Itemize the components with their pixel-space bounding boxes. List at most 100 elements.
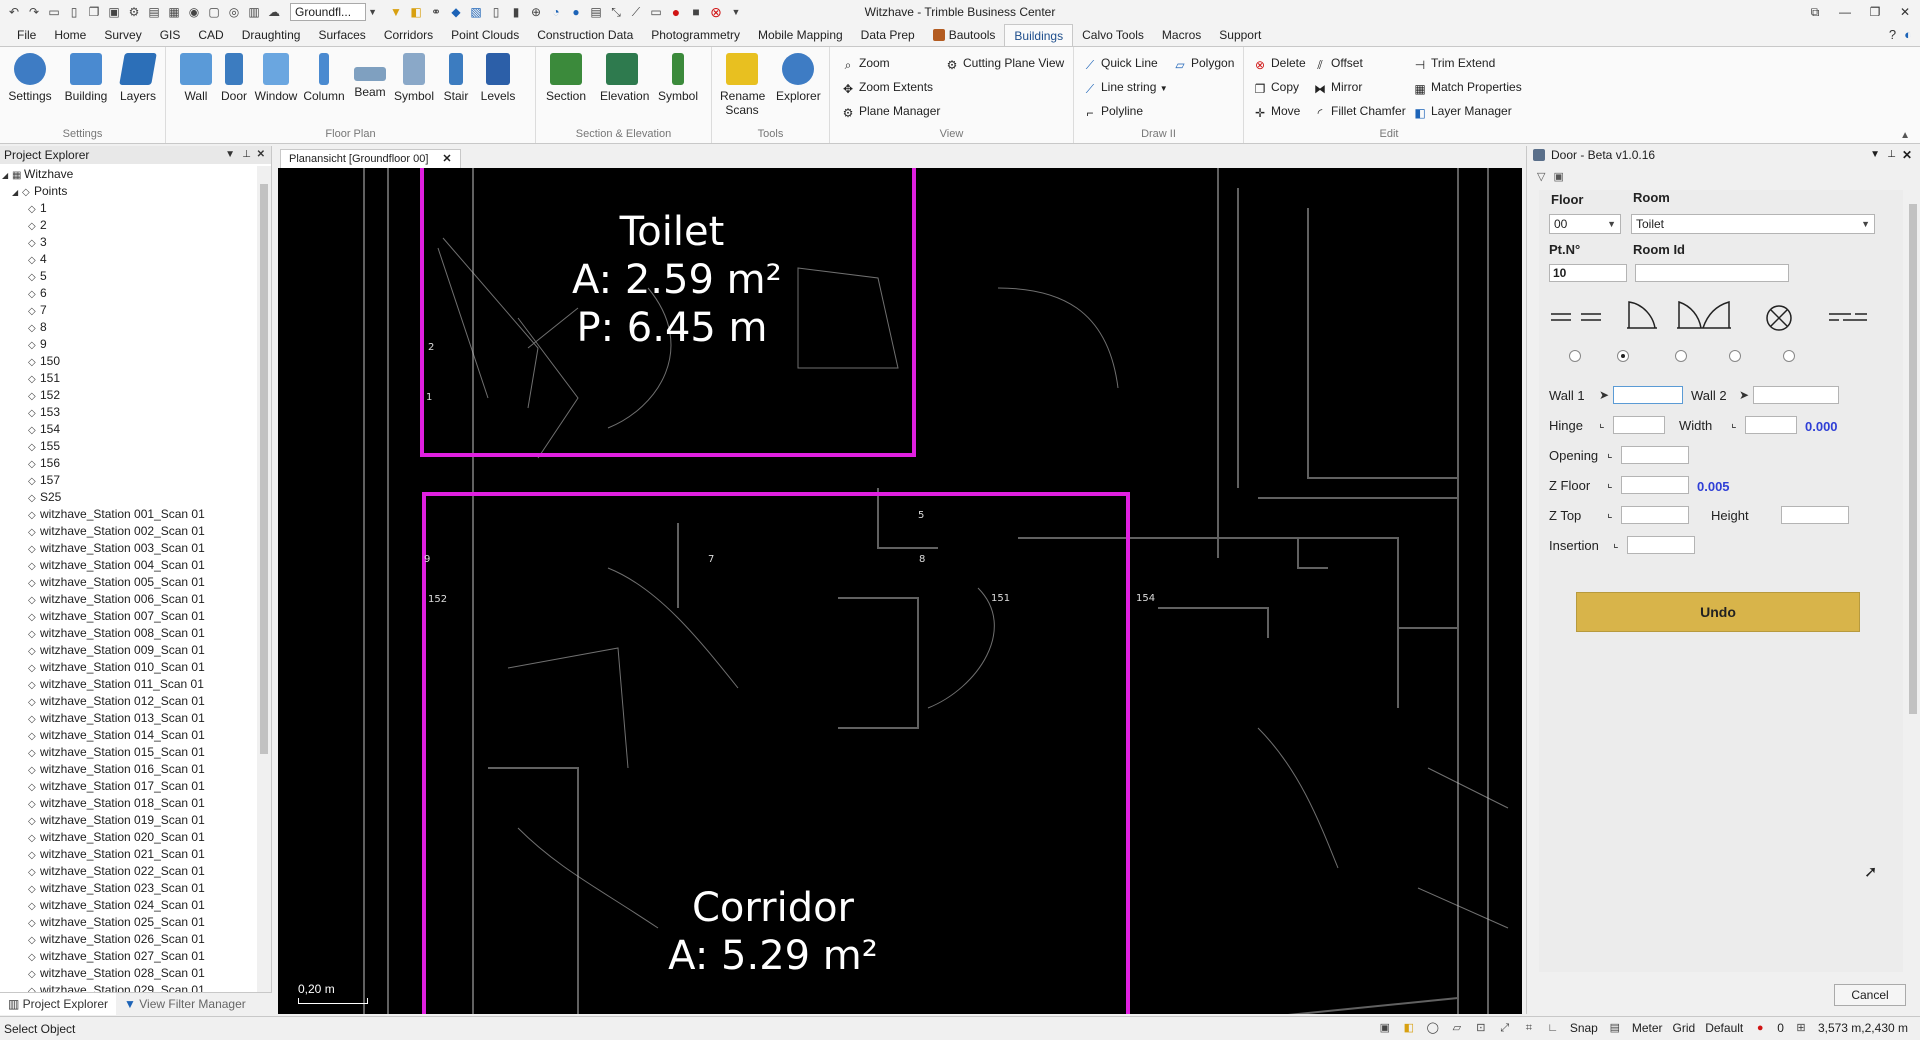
- explorer-scrollbar[interactable]: [257, 166, 271, 994]
- collapse-ribbon-icon[interactable]: ▲: [1900, 130, 1910, 141]
- elevation-button[interactable]: Elevation: [600, 51, 649, 103]
- tab-view-filter-manager[interactable]: ▼ View Filter Manager: [116, 993, 254, 1015]
- close-icon[interactable]: ✕: [1902, 146, 1912, 164]
- tab-support[interactable]: Support: [1210, 24, 1270, 46]
- grid-toggle[interactable]: Grid: [1673, 1021, 1696, 1035]
- tab-corridors[interactable]: Corridors: [375, 24, 442, 46]
- collapse-icon[interactable]: ◢: [12, 184, 22, 201]
- tree-point-item[interactable]: ◇ witzhave_Station 025_Scan 01: [0, 914, 256, 931]
- tab-mobile-mapping[interactable]: Mobile Mapping: [749, 24, 852, 46]
- plan-view[interactable]: Toilet A: 2.59 m² P: 6.45 m Corridor A: …: [278, 168, 1522, 1014]
- pick-corner-icon[interactable]: ⌞: [1607, 476, 1619, 490]
- explorer-button[interactable]: Explorer: [776, 51, 821, 103]
- chevron-down-icon[interactable]: ▼: [728, 4, 744, 20]
- tree-point-item[interactable]: ◇ witzhave_Station 013_Scan 01: [0, 710, 256, 727]
- tree-point-item[interactable]: ◇ witzhave_Station 020_Scan 01: [0, 829, 256, 846]
- monitor-icon[interactable]: ▦: [166, 4, 182, 20]
- new-icon[interactable]: ▯: [66, 4, 82, 20]
- select-mode-icon[interactable]: ◧: [1402, 1021, 1416, 1035]
- angle-icon[interactable]: ∟: [1546, 1021, 1560, 1035]
- mirror-button[interactable]: ⧓ Mirror: [1314, 77, 1362, 97]
- tab-home[interactable]: Home: [45, 24, 95, 46]
- insertion-input[interactable]: [1627, 536, 1695, 554]
- maximize-button[interactable]: ❐: [1860, 0, 1890, 24]
- tree-point-item[interactable]: ◇ witzhave_Station 003_Scan 01: [0, 540, 256, 557]
- tree-point-item[interactable]: ◇ witzhave_Station 021_Scan 01: [0, 846, 256, 863]
- symbol-button[interactable]: Symbol: [392, 51, 436, 103]
- tree-point-item[interactable]: ◇ witzhave_Station 016_Scan 01: [0, 761, 256, 778]
- unit-value[interactable]: Meter: [1632, 1021, 1663, 1035]
- tree-point-item[interactable]: ◇ 4: [0, 251, 256, 268]
- tab-draughting[interactable]: Draughting: [233, 24, 310, 46]
- globe-icon[interactable]: ◉: [186, 4, 202, 20]
- tree-point-item[interactable]: ◇ 154: [0, 421, 256, 438]
- print-icon[interactable]: ▤: [588, 4, 604, 20]
- wall2-input[interactable]: [1753, 386, 1839, 404]
- tree-point-item[interactable]: ◇ 6: [0, 285, 256, 302]
- polyline-button[interactable]: ⌐ Polyline: [1084, 101, 1143, 121]
- cutting-plane-view-button[interactable]: ⚙ Cutting Plane View: [946, 53, 1065, 73]
- ztop-input[interactable]: [1621, 506, 1689, 524]
- tree-point-item[interactable]: ◇ 153: [0, 404, 256, 421]
- record-icon[interactable]: ●: [668, 4, 684, 20]
- tree-point-item[interactable]: ◇ witzhave_Station 023_Scan 01: [0, 880, 256, 897]
- door-type-radio-4[interactable]: [1729, 350, 1741, 362]
- redo-icon[interactable]: ↷: [26, 4, 42, 20]
- tab-gis[interactable]: GIS: [151, 24, 190, 46]
- zoom-extents-button[interactable]: ✥ Zoom Extents: [842, 77, 933, 97]
- pick-corner-icon[interactable]: ⌞: [1731, 416, 1743, 430]
- filter-icon[interactable]: ▼: [388, 4, 404, 20]
- tree-point-item[interactable]: ◇ witzhave_Station 028_Scan 01: [0, 965, 256, 982]
- close-button[interactable]: ✕: [1890, 0, 1920, 24]
- pin-icon[interactable]: ⊥: [1887, 146, 1896, 164]
- link-icon[interactable]: ⚭: [428, 4, 444, 20]
- tree-point-item[interactable]: ◇ witzhave_Station 004_Scan 01: [0, 557, 256, 574]
- tree-point-item[interactable]: ◇ witzhave_Station 002_Scan 01: [0, 523, 256, 540]
- pick-arrow-icon[interactable]: ➤: [1739, 388, 1751, 402]
- tab-data-prep[interactable]: Data Prep: [852, 24, 924, 46]
- doc-icon[interactable]: ▮: [508, 4, 524, 20]
- tree-point-item[interactable]: ◇ 156: [0, 455, 256, 472]
- undo-button[interactable]: Undo: [1576, 592, 1860, 632]
- help-icon[interactable]: ?: [1889, 27, 1896, 42]
- room-select[interactable]: Toilet ▼: [1631, 214, 1875, 234]
- fillet-chamfer-button[interactable]: ◜ Fillet Chamfer: [1314, 101, 1406, 121]
- open-icon[interactable]: ▭: [46, 4, 62, 20]
- tree-point-item[interactable]: ◇ 9: [0, 336, 256, 353]
- width-input[interactable]: [1745, 416, 1797, 434]
- height-input[interactable]: [1781, 506, 1849, 524]
- zoom-button[interactable]: ⌕ Zoom: [842, 53, 890, 73]
- move-button[interactable]: ✛ Move: [1254, 101, 1300, 121]
- tab-project-explorer[interactable]: ▥ Project Explorer: [0, 992, 117, 1015]
- tab-planansicht[interactable]: Planansicht [Groundfloor 00] ✕: [280, 149, 461, 168]
- tree-point-item[interactable]: ◇ 157: [0, 472, 256, 489]
- tree-point-item[interactable]: ◇ 155: [0, 438, 256, 455]
- scroll-thumb[interactable]: [1909, 204, 1917, 714]
- close-icon[interactable]: ✕: [257, 146, 265, 164]
- door-button[interactable]: Door: [212, 51, 256, 103]
- zoom-window-icon[interactable]: ⊡: [1474, 1021, 1488, 1035]
- tab-construction-data[interactable]: Construction Data: [528, 24, 642, 46]
- record-icon[interactable]: ●: [1753, 1021, 1767, 1035]
- tab-file[interactable]: File: [8, 24, 45, 46]
- user-icon[interactable]: ◐: [1904, 27, 1912, 42]
- tree-point-item[interactable]: ◇ witzhave_Station 022_Scan 01: [0, 863, 256, 880]
- pin-icon[interactable]: ⊥: [242, 146, 251, 164]
- ruler-icon[interactable]: ⟋: [628, 4, 644, 20]
- tree-point-item[interactable]: ◇ 2: [0, 217, 256, 234]
- window-button[interactable]: Window: [254, 51, 298, 103]
- pick-corner-icon[interactable]: ⌞: [1607, 446, 1619, 460]
- target-icon[interactable]: ⊕: [528, 4, 544, 20]
- tree-points[interactable]: ◢ ◇ Points: [0, 183, 256, 200]
- section-button[interactable]: Section: [544, 51, 588, 103]
- settings-button[interactable]: Settings: [8, 51, 52, 103]
- minimize-button[interactable]: —: [1830, 0, 1860, 24]
- tree-point-item[interactable]: ◇ witzhave_Station 006_Scan 01: [0, 591, 256, 608]
- tab-macros[interactable]: Macros: [1153, 24, 1210, 46]
- polygon-button[interactable]: ▱ Polygon: [1174, 53, 1234, 73]
- tree-point-item[interactable]: ◇ witzhave_Station 024_Scan 01: [0, 897, 256, 914]
- pick-corner-icon[interactable]: ⌞: [1613, 536, 1625, 550]
- copy-button[interactable]: ❐ Copy: [1254, 77, 1299, 97]
- measure-icon[interactable]: ⤡: [608, 4, 624, 20]
- door-type-radio-5[interactable]: [1783, 350, 1795, 362]
